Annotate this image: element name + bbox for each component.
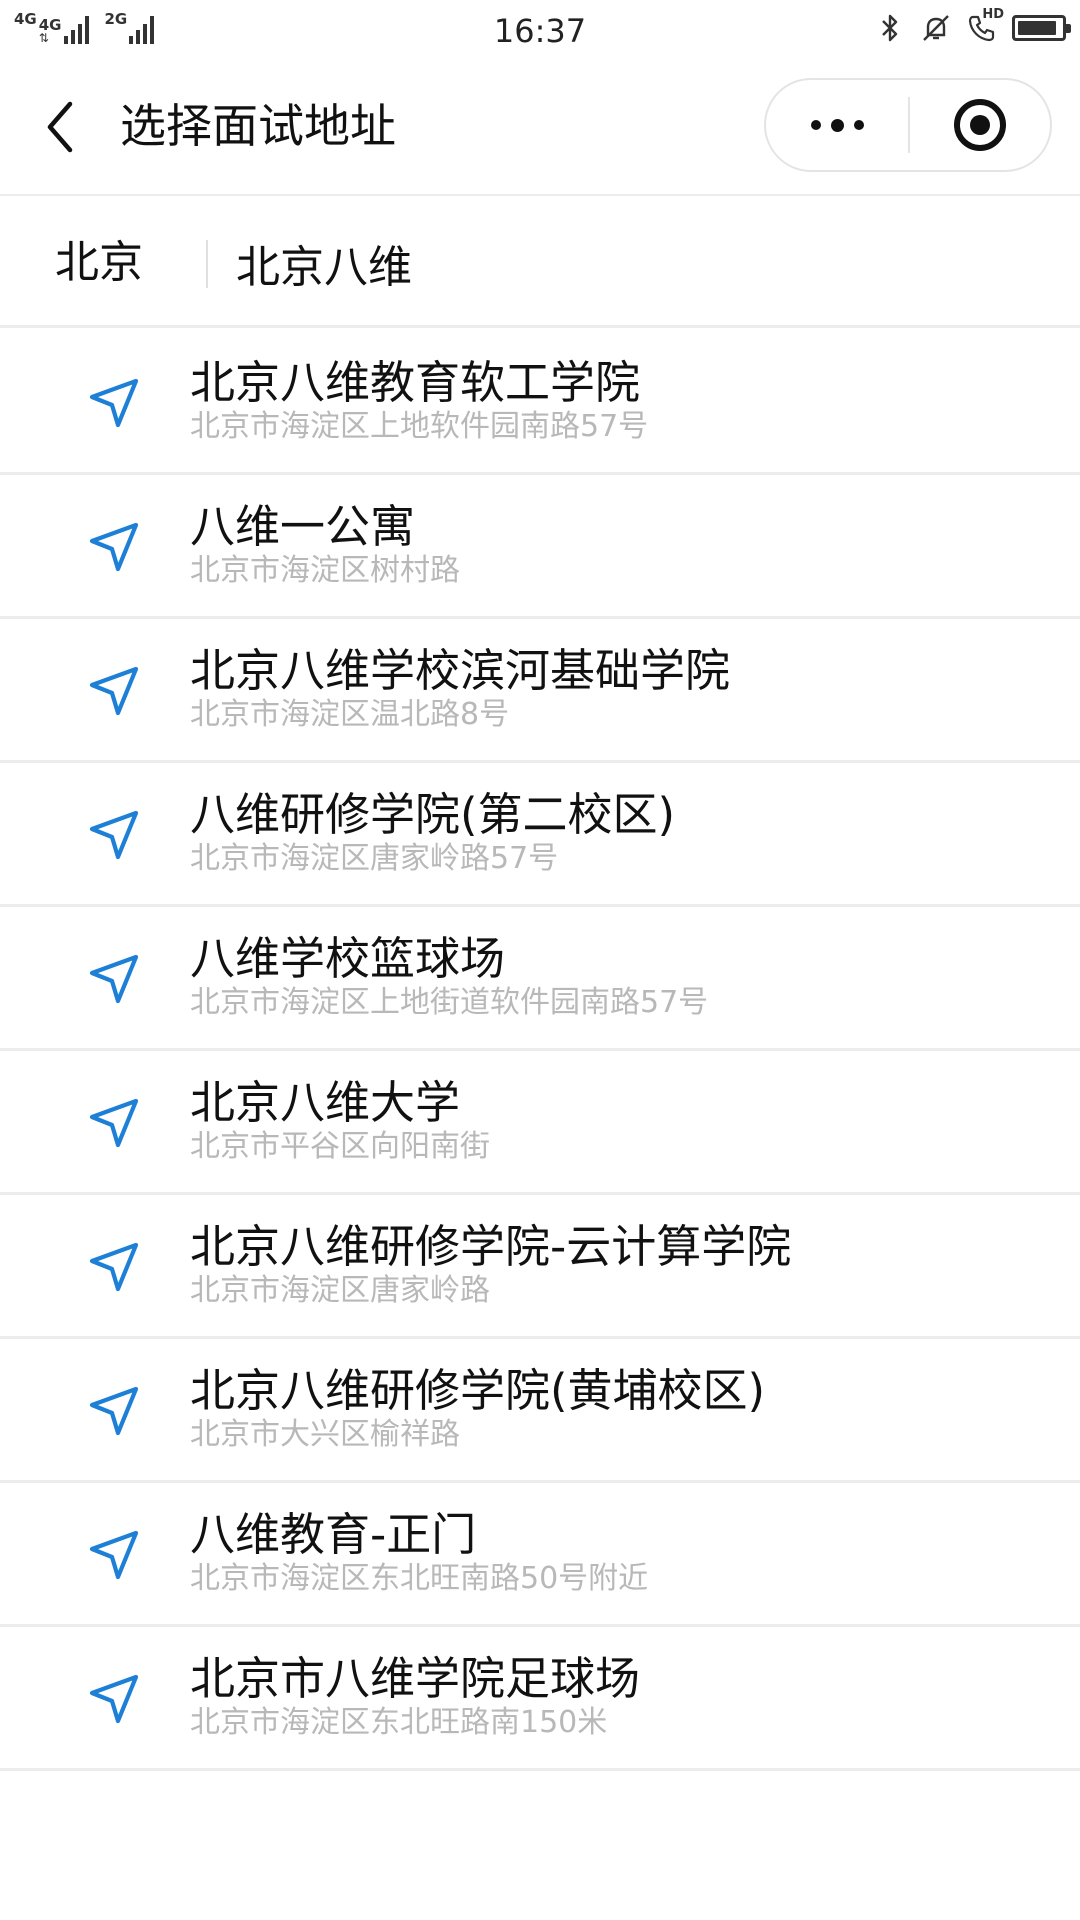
location-name: 北京八维研修学院(黄埔校区) [190,1364,766,1417]
more-dots-icon [853,120,864,130]
status-icons: HD [874,7,1071,46]
status-bar: 4G 4G ⇅ 2G 16:37 HD [0,0,1080,56]
location-name: 八维研修学院(第二校区) [190,788,676,841]
list-item[interactable]: 八维研修学院(第二校区) 北京市海淀区唐家岭路57号 [0,763,1080,907]
navigation-arrow-icon [89,1242,139,1292]
location-address: 北京市海淀区上地软件园南路57号 [190,409,649,444]
mute-bell-icon [920,11,952,45]
close-miniprogram-button[interactable] [910,80,1050,170]
navigation-arrow-icon [89,1386,139,1436]
location-name: 北京市八维学院足球场 [190,1652,641,1705]
bluetooth-icon [874,11,906,45]
navigation-arrow-icon [89,666,139,716]
location-name: 北京八维教育软工学院 [190,356,641,409]
list-item[interactable]: 八维学校篮球场 北京市海淀区上地街道软件园南路57号 [0,907,1080,1051]
location-name: 北京八维研修学院-云计算学院 [190,1220,792,1273]
list-item[interactable]: 北京八维教育软工学院 北京市海淀区上地软件园南路57号 [0,331,1080,475]
location-name: 八维一公寓 [190,500,416,553]
search-bar: 北京 [0,198,1080,328]
location-address: 北京市海淀区上地街道软件园南路57号 [190,985,709,1020]
navigation-bar: 选择面试地址 [0,56,1080,196]
battery-icon [1012,15,1071,41]
more-dots-icon [830,118,844,132]
navigation-arrow-icon [89,1098,139,1148]
location-address: 北京市海淀区温北路8号 [190,697,510,732]
search-input[interactable] [236,232,1036,294]
location-address: 北京市海淀区唐家岭路57号 [190,841,559,876]
list-item[interactable]: 北京八维研修学院-云计算学院 北京市海淀区唐家岭路 [0,1195,1080,1339]
list-item[interactable]: 北京八维研修学院(黄埔校区) 北京市大兴区榆祥路 [0,1339,1080,1483]
navigation-arrow-icon [89,522,139,572]
navigation-arrow-icon [89,810,139,860]
location-address: 北京市海淀区唐家岭路 [190,1273,490,1308]
location-address: 北京市平谷区向阳南街 [190,1129,490,1164]
location-name: 八维教育-正门 [190,1508,477,1561]
list-item[interactable]: 八维一公寓 北京市海淀区树村路 [0,475,1080,619]
location-address: 北京市海淀区树村路 [190,553,460,588]
hd-label: HD [982,7,1004,22]
city-selector[interactable]: 北京 [55,236,143,290]
more-menu-button[interactable] [766,80,908,170]
page-title: 选择面试地址 [120,99,396,153]
search-divider [206,240,208,288]
navigation-arrow-icon [89,1674,139,1724]
hd-call-icon: HD [966,7,1004,45]
location-name: 八维学校篮球场 [190,932,506,985]
navigation-arrow-icon [89,378,139,428]
location-results-list: 北京八维教育软工学院 北京市海淀区上地软件园南路57号 八维一公寓 北京市海淀区树村路… [0,331,1080,1771]
location-address: 北京市海淀区东北旺路南150米 [190,1705,608,1740]
location-address: 北京市海淀区东北旺南路50号附近 [190,1561,649,1596]
more-dots-icon [810,120,821,130]
battery-level [1018,21,1056,35]
list-item[interactable]: 北京八维大学 北京市平谷区向阳南街 [0,1051,1080,1195]
list-item[interactable]: 北京八维学校滨河基础学院 北京市海淀区温北路8号 [0,619,1080,763]
target-circle-icon [954,99,1006,151]
location-name: 北京八维大学 [190,1076,461,1129]
navigation-arrow-icon [89,954,139,1004]
list-item[interactable]: 北京市八维学院足球场 北京市海淀区东北旺路南150米 [0,1627,1080,1771]
navigation-arrow-icon [89,1530,139,1580]
miniprogram-capsule [764,78,1052,172]
chevron-left-icon [47,101,73,153]
list-item[interactable]: 八维教育-正门 北京市海淀区东北旺南路50号附近 [0,1483,1080,1627]
location-name: 北京八维学校滨河基础学院 [190,644,731,697]
location-address: 北京市大兴区榆祥路 [190,1417,460,1452]
back-button[interactable] [30,92,90,162]
